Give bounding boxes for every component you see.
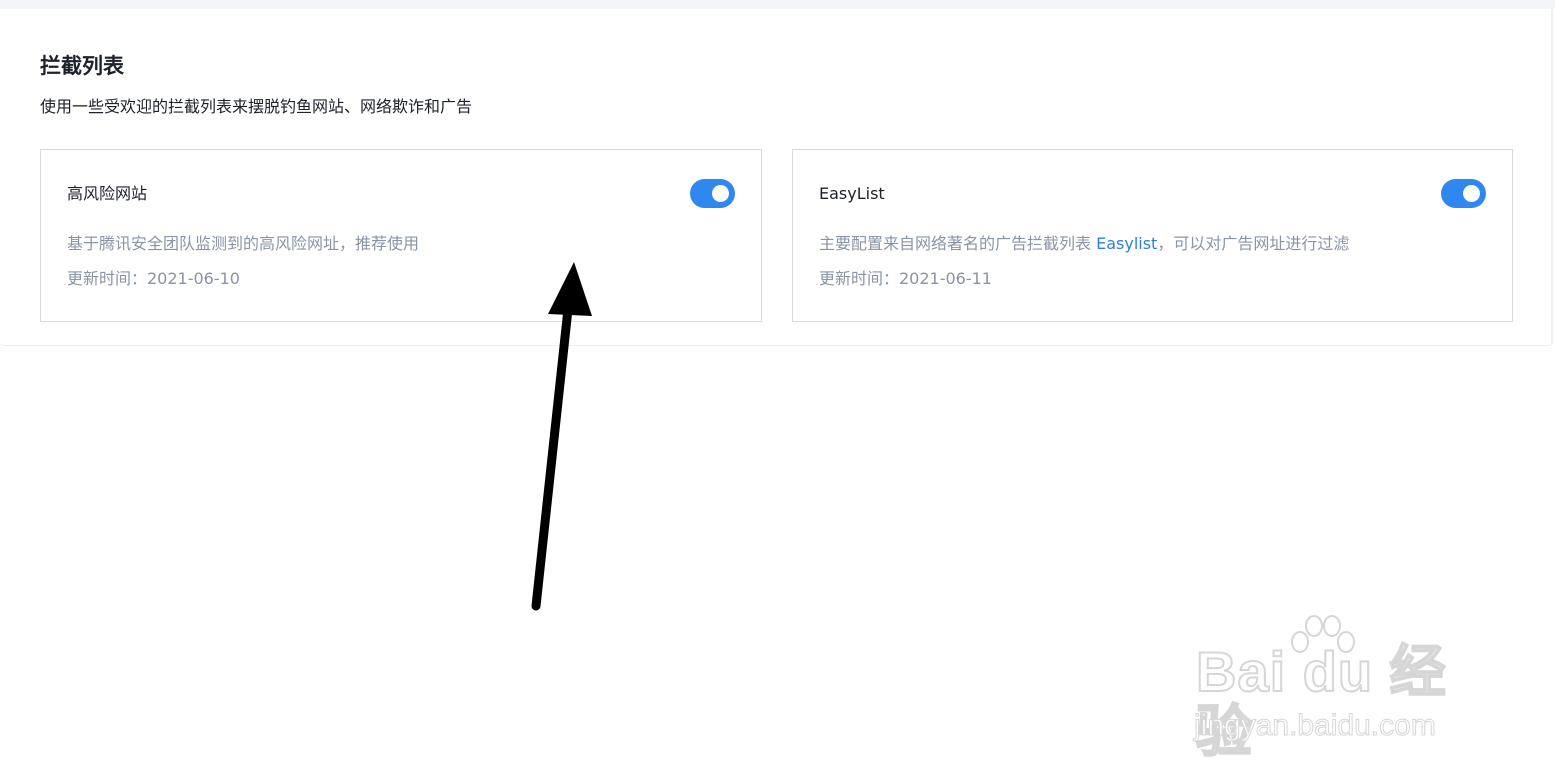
toggle-knob: [712, 185, 729, 202]
description-suffix: ，可以对广告网址进行过滤: [1157, 234, 1350, 253]
blocklist-card-high-risk: 高风险网站 基于腾讯安全团队监测到的高风险网址，推荐使用 更新时间：2021-0…: [40, 149, 762, 322]
easylist-toggle[interactable]: [1441, 179, 1486, 208]
high-risk-toggle[interactable]: [690, 179, 735, 208]
card-name: EasyList: [819, 184, 885, 203]
card-updated-date: 更新时间：2021-06-10: [67, 269, 240, 288]
watermark-url: jingyan.baidu.com: [1194, 709, 1437, 743]
description-prefix: 主要配置来自网络著名的广告拦截列表: [819, 234, 1097, 253]
card-updated-date: 更新时间：2021-06-11: [819, 269, 992, 288]
section-title: 拦截列表: [40, 54, 124, 78]
easylist-link[interactable]: Easylist: [1096, 234, 1157, 253]
watermark-brand: Bai du 经验: [1195, 640, 1447, 763]
section-subtitle: 使用一些受欢迎的拦截列表来摆脱钓鱼网站、网络欺诈和广告: [40, 97, 473, 116]
blocklist-card-easylist: EasyList 主要配置来自网络著名的广告拦截列表 Easylist，可以对广…: [792, 149, 1513, 322]
toggle-knob: [1463, 185, 1480, 202]
card-description: 基于腾讯安全团队监测到的高风险网址，推荐使用: [67, 234, 420, 253]
top-strip: [0, 0, 1555, 9]
baidu-jingyan-watermark: Bai du 经验 jingyan.baidu.com: [1190, 612, 1480, 763]
card-description: 主要配置来自网络著名的广告拦截列表 Easylist，可以对广告网址进行过滤: [819, 232, 1349, 256]
page: 拦截列表 使用一些受欢迎的拦截列表来摆脱钓鱼网站、网络欺诈和广告 高风险网站 基…: [0, 0, 1555, 781]
card-name: 高风险网站: [67, 184, 148, 203]
